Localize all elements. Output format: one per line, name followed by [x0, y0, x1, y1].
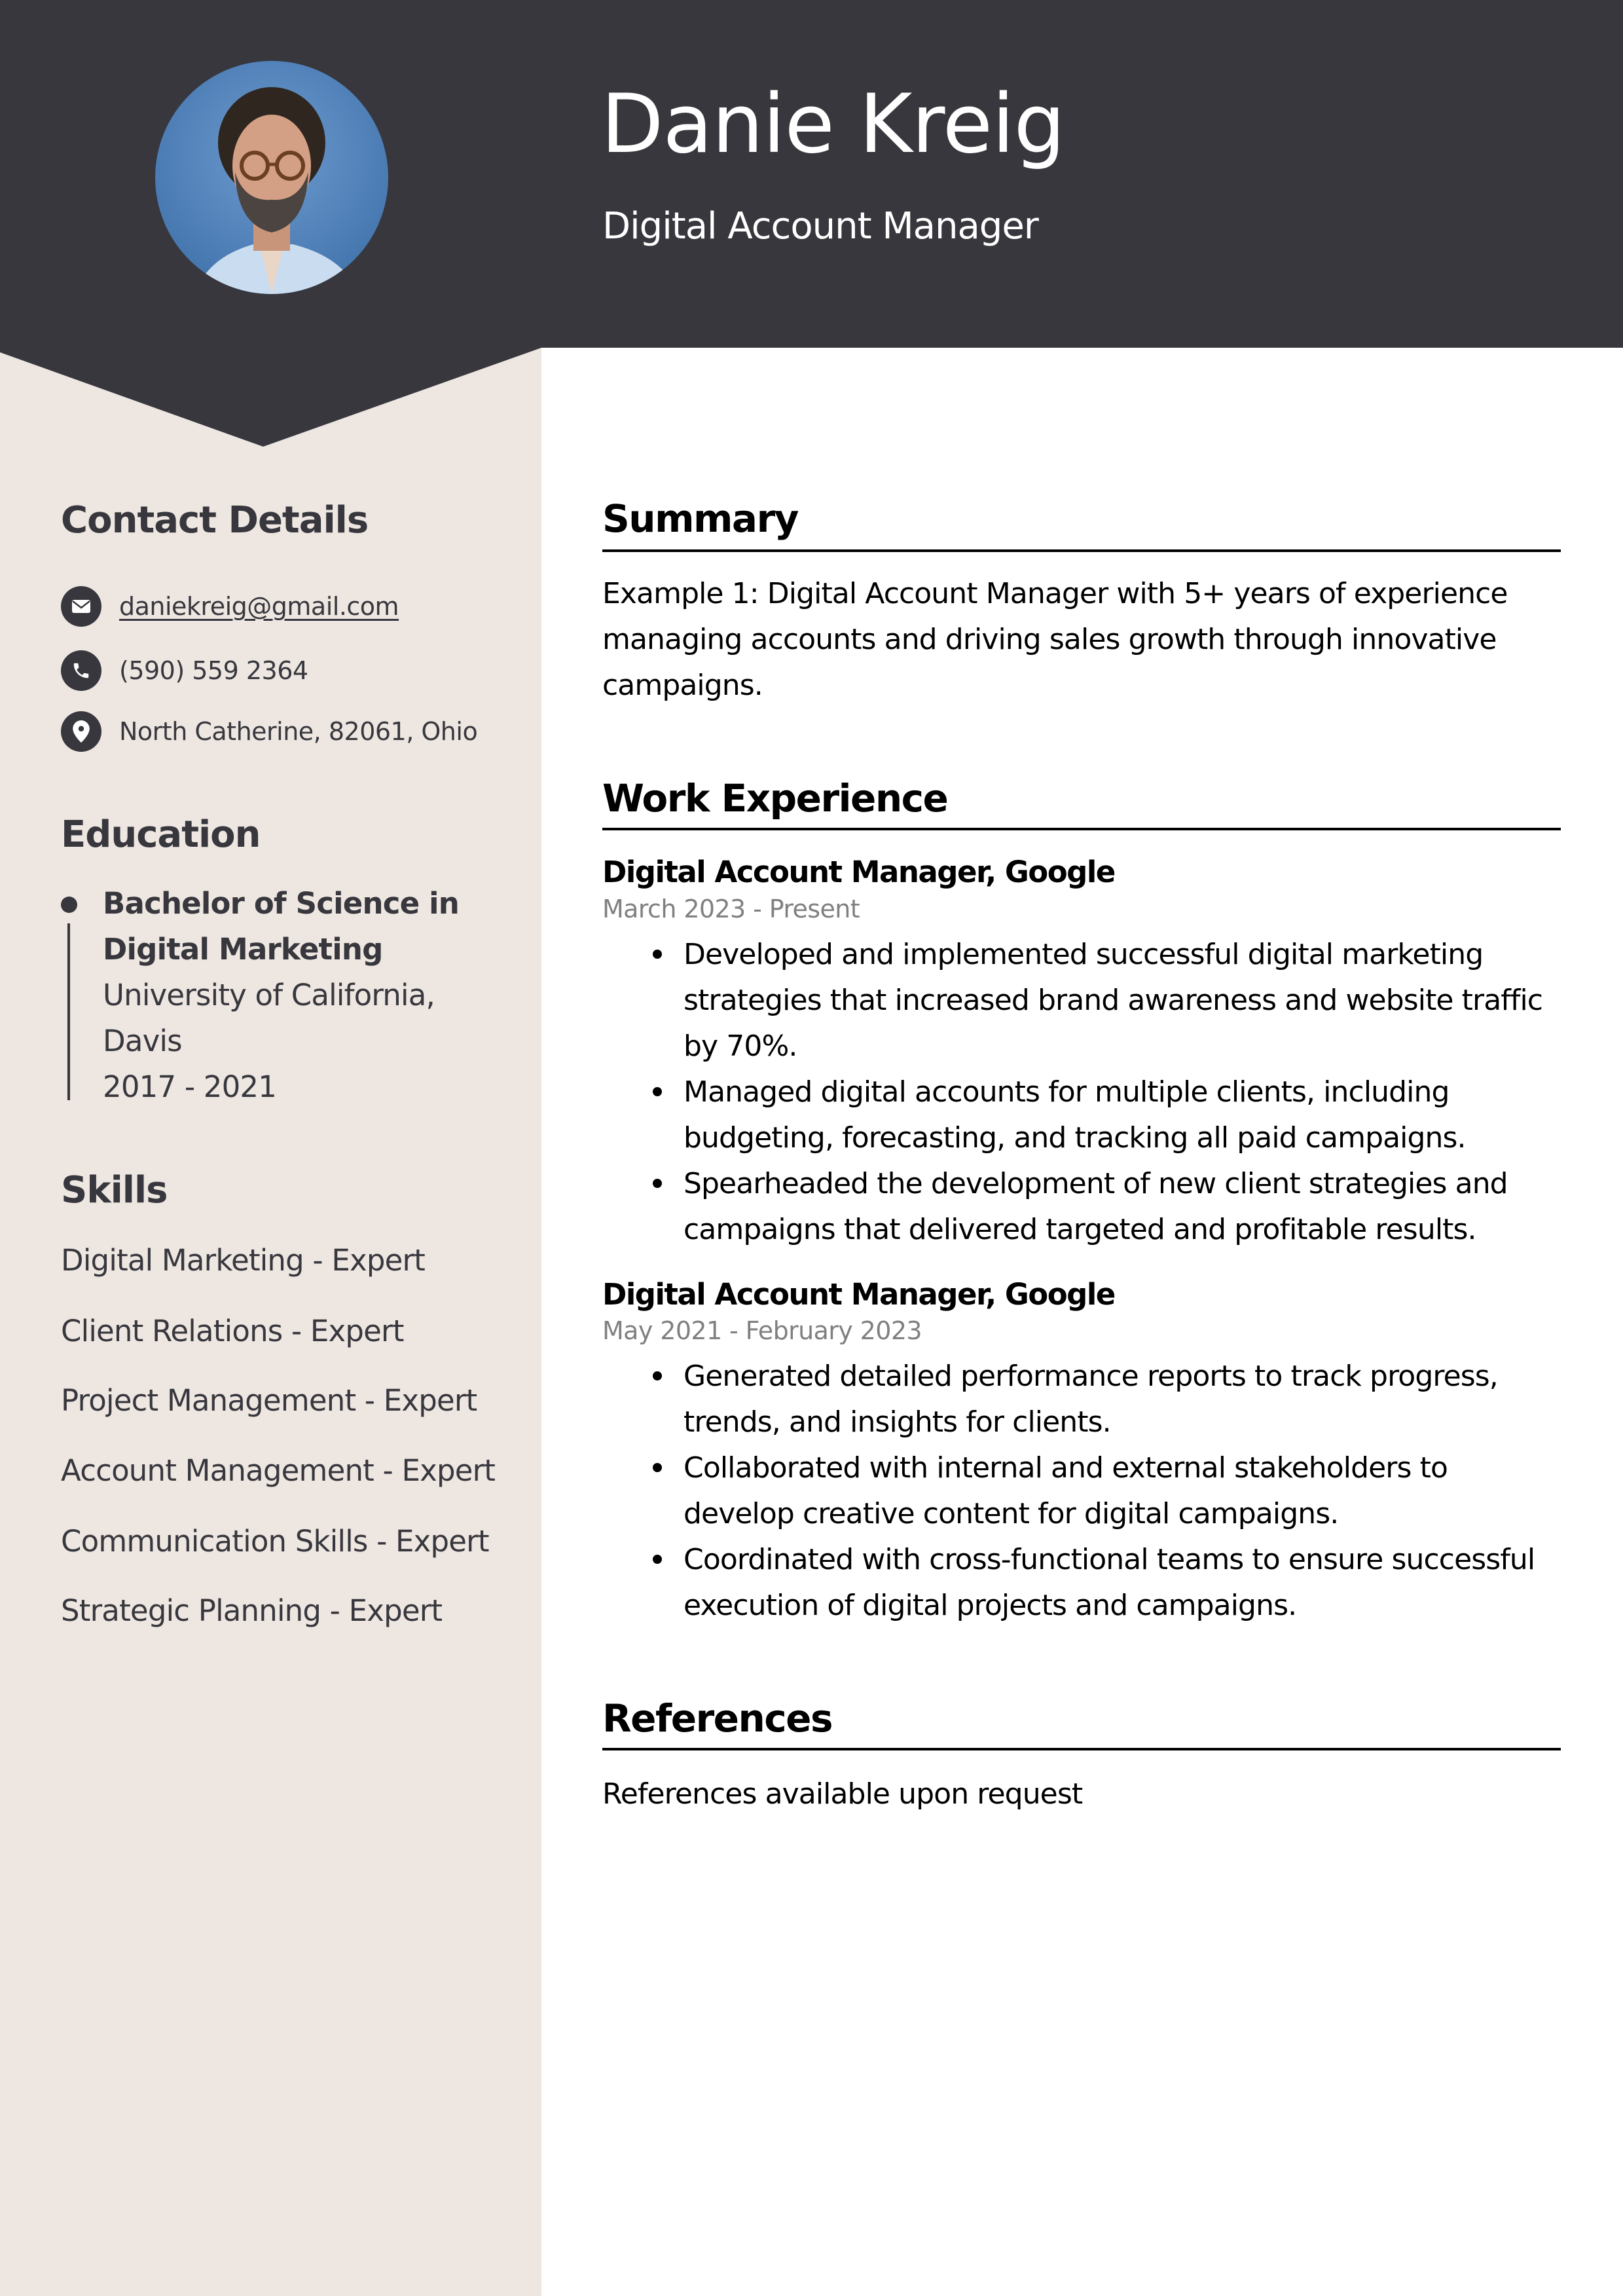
references-divider: [602, 1748, 1561, 1750]
skill-item: Strategic Planning - Expert: [61, 1593, 443, 1628]
bullet-text: Managed digital accounts for multiple cl…: [684, 1075, 1467, 1155]
bullet-dot: [653, 1555, 662, 1564]
summary-line: Example 1: Digital Account Manager with …: [602, 577, 1508, 610]
skill-item: Project Management - Expert: [61, 1383, 477, 1418]
work-experience-heading: Work Experience: [602, 776, 949, 821]
bullet-dot: [653, 1371, 662, 1380]
contact-email[interactable]: daniekreig@gmail.com: [61, 586, 399, 627]
bullet-text: Generated detailed performance reports t…: [684, 1360, 1499, 1439]
contact-details-heading: Contact Details: [61, 499, 369, 542]
skill-item: Account Management - Expert: [61, 1453, 496, 1488]
skill-item: Digital Marketing - Expert: [61, 1243, 426, 1278]
phone-icon: [61, 650, 101, 691]
candidate-job-title: Digital Account Manager: [602, 205, 1039, 248]
education-entry: Bachelor of Science in Digital Marketing…: [103, 881, 509, 1110]
location-pin-icon: [61, 711, 101, 752]
bullet-text: Coordinated with cross-functional teams …: [684, 1543, 1535, 1622]
skill-item: Communication Skills - Expert: [61, 1524, 489, 1559]
skill-item: Client Relations - Expert: [61, 1314, 404, 1348]
portrait-illustration: [155, 61, 388, 294]
bullet-text: Collaborated with internal and external …: [684, 1451, 1448, 1530]
timeline-line: [67, 923, 70, 1100]
job-bullets: Generated detailed performance reports t…: [602, 1354, 1561, 1629]
summary-divider: [602, 549, 1561, 552]
job-heading: Digital Account Manager, Google: [602, 855, 1116, 889]
references-heading: References: [602, 1696, 833, 1741]
school-line-1: University of California,: [103, 978, 435, 1012]
job-bullet: Generated detailed performance reports t…: [602, 1354, 1561, 1445]
degree-line-2: Digital Marketing: [103, 932, 383, 967]
skills-heading: Skills: [61, 1169, 168, 1212]
summary-heading: Summary: [602, 496, 799, 541]
envelope-icon: [61, 586, 101, 627]
summary-line: campaigns.: [602, 669, 763, 702]
bullet-dot: [653, 950, 662, 959]
job-bullet: Spearheaded the development of new clien…: [602, 1161, 1561, 1253]
phone-number: (590) 559 2364: [119, 656, 308, 685]
header-chevron: [0, 347, 541, 447]
degree-line-1: Bachelor of Science in: [103, 886, 460, 921]
job-heading: Digital Account Manager, Google: [602, 1277, 1116, 1312]
contact-location: North Catherine, 82061, Ohio: [61, 711, 478, 752]
contact-phone: (590) 559 2364: [61, 650, 308, 691]
work-experience-divider: [602, 828, 1561, 830]
bullet-text: Spearheaded the development of new clien…: [684, 1167, 1508, 1246]
job-bullets: Developed and implemented successful dig…: [602, 932, 1561, 1253]
bullet-dot: [653, 1087, 662, 1096]
job-dates: March 2023 - Present: [602, 895, 860, 923]
email-link[interactable]: daniekreig@gmail.com: [119, 592, 399, 621]
address: North Catherine, 82061, Ohio: [119, 717, 478, 746]
education-years: 2017 - 2021: [103, 1069, 277, 1104]
timeline-dot: [61, 897, 77, 913]
summary-text: Example 1: Digital Account Manager with …: [602, 571, 1561, 709]
bullet-dot: [653, 1179, 662, 1188]
job-bullet: Managed digital accounts for multiple cl…: [602, 1069, 1561, 1161]
bullet-dot: [653, 1463, 662, 1472]
profile-photo: [155, 61, 388, 294]
bullet-text: Developed and implemented successful dig…: [684, 938, 1543, 1063]
education-heading: Education: [61, 813, 261, 856]
job-bullet: Collaborated with internal and external …: [602, 1445, 1561, 1537]
job-bullet: Coordinated with cross-functional teams …: [602, 1537, 1561, 1629]
job-bullet: Developed and implemented successful dig…: [602, 932, 1561, 1069]
school-line-2: Davis: [103, 1024, 183, 1058]
candidate-name: Danie Kreig: [601, 77, 1065, 172]
job-dates: May 2021 - February 2023: [602, 1316, 922, 1345]
summary-line: managing accounts and driving sales grow…: [602, 623, 1497, 656]
references-text: References available upon request: [602, 1777, 1083, 1811]
